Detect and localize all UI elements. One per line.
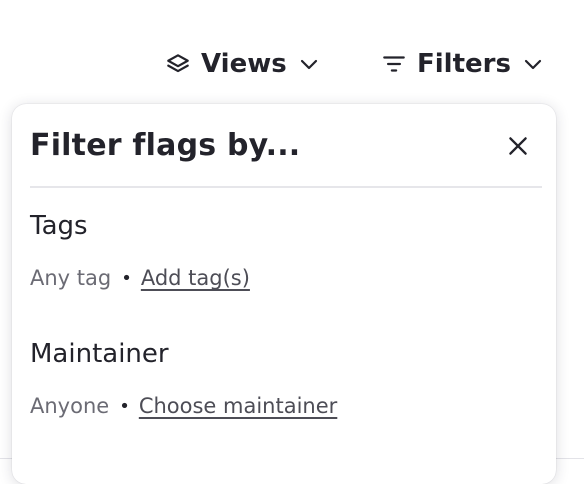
views-label: Views <box>201 49 287 79</box>
tags-filter-row: Any tag • Add tag(s) <box>30 261 250 295</box>
filter-lines-icon <box>381 51 407 77</box>
maintainer-current-value: Anyone <box>30 394 110 418</box>
chevron-down-icon <box>521 52 545 76</box>
separator-dot: • <box>119 395 130 417</box>
add-tags-link[interactable]: Add tag(s) <box>141 266 250 290</box>
close-button[interactable] <box>502 130 534 162</box>
close-icon <box>505 133 531 159</box>
panel-title: Filter flags by... <box>30 128 301 163</box>
filters-button[interactable]: Filters <box>381 44 545 84</box>
choose-maintainer-link[interactable]: Choose maintainer <box>139 394 337 418</box>
panel-divider <box>30 186 542 188</box>
maintainer-section-title: Maintainer <box>30 339 169 369</box>
maintainer-filter-row: Anyone • Choose maintainer <box>30 389 337 423</box>
tags-section-title: Tags <box>30 211 88 241</box>
separator-dot: • <box>121 267 132 289</box>
views-button[interactable]: Views <box>165 44 321 84</box>
filters-label: Filters <box>417 49 511 79</box>
filter-panel: Filter flags by... Tags Any tag • Add ta… <box>12 104 556 484</box>
tags-current-value: Any tag <box>30 266 112 290</box>
layers-icon <box>165 51 191 77</box>
chevron-down-icon <box>297 52 321 76</box>
